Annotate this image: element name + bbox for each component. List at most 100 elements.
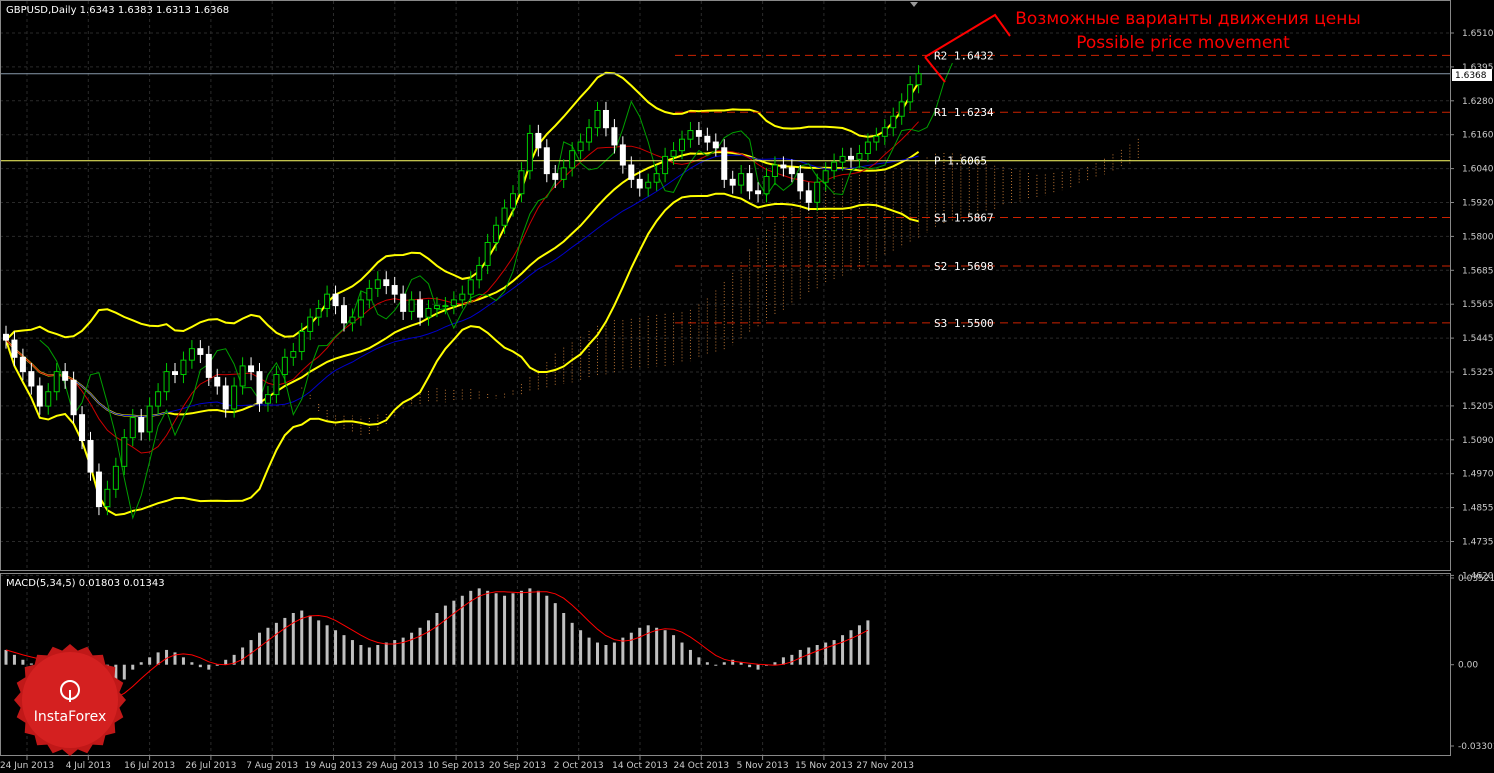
macd-bar	[503, 595, 507, 665]
candle-body	[526, 132, 533, 172]
candle-body	[746, 173, 753, 192]
time-tick-label: 19 Aug 2013	[305, 761, 363, 771]
candle-body	[366, 287, 373, 301]
macd-bar	[308, 615, 312, 665]
macd-bar	[452, 600, 456, 665]
candle-body	[129, 417, 136, 439]
candle-body	[222, 385, 229, 410]
candle-body	[391, 285, 398, 295]
macd-bar	[672, 635, 676, 665]
candle-body	[898, 101, 905, 117]
macd-bar	[596, 642, 599, 665]
time-tick-label: 20 Sep 2013	[489, 761, 546, 771]
macd-bar	[680, 642, 684, 665]
macd-bar	[477, 588, 481, 665]
candle-body	[763, 175, 770, 195]
annotation-line-1: Возможные варианты движения цены	[1015, 9, 1361, 29]
candle-body	[729, 178, 736, 186]
macd-bar	[688, 649, 692, 665]
macd-bar	[291, 612, 295, 665]
candle-body	[450, 299, 457, 307]
candle-body	[695, 130, 702, 137]
price-tick-label: 1.5205	[1462, 402, 1494, 412]
macd-bar	[274, 622, 278, 665]
candle-body	[611, 127, 618, 146]
macd-bar	[841, 635, 845, 665]
price-tick-label: 1.5090	[1462, 436, 1494, 446]
chikou-span	[39, 62, 953, 520]
macd-bar	[587, 637, 591, 665]
candle-body	[645, 181, 652, 189]
time-tick-label: 29 Aug 2013	[366, 761, 424, 771]
candle-body	[205, 353, 212, 378]
macd-bar	[604, 645, 608, 665]
macd-bar	[714, 664, 718, 666]
macd-bar	[815, 645, 819, 665]
candle-body	[231, 385, 238, 410]
candle-body	[357, 299, 364, 318]
macd-bar	[773, 662, 777, 665]
macd-bar	[258, 632, 261, 665]
macd-bar	[181, 657, 185, 665]
macd-tick-label: 0.00	[1458, 661, 1478, 671]
candle-body	[797, 173, 804, 192]
candle-body	[281, 356, 288, 376]
candle-body	[315, 308, 322, 318]
candle-body	[459, 293, 466, 301]
time-tick-label: 4 Jul 2013	[66, 761, 111, 771]
candle-body	[425, 308, 432, 318]
candle-body	[36, 385, 43, 407]
candle-body	[442, 305, 449, 308]
candle-body	[518, 170, 525, 195]
candle-body	[831, 161, 838, 172]
price-tick-label: 1.5920	[1462, 199, 1494, 209]
candle-body	[670, 150, 677, 157]
candle-body	[771, 164, 778, 177]
candle-body	[881, 127, 888, 137]
time-tick-label: 16 Jul 2013	[124, 761, 175, 771]
macd-bar	[4, 649, 8, 665]
macd-bar	[165, 649, 169, 665]
candle-body	[248, 365, 255, 373]
macd-bar	[536, 590, 540, 665]
candle-body	[332, 293, 339, 307]
ichimoku-cloud	[301, 138, 1139, 435]
macd-bar	[435, 612, 439, 665]
macd-bar	[367, 647, 371, 665]
time-tick-label: 24 Oct 2013	[673, 761, 729, 771]
candle-body	[848, 155, 854, 160]
candle-body	[214, 376, 221, 387]
candle-body	[510, 193, 516, 209]
candle-body	[79, 414, 86, 442]
candle-body	[543, 147, 550, 175]
main-panel-border	[0, 0, 1451, 571]
candle-body	[805, 190, 812, 203]
candle-body	[636, 178, 643, 189]
candle-body	[87, 440, 94, 473]
candle-body	[476, 264, 483, 281]
candle-body	[408, 299, 415, 312]
macd-bar	[697, 657, 701, 665]
candle-body	[822, 170, 829, 183]
price-tick-label: 1.6280	[1462, 97, 1494, 107]
time-axis: 24 Jun 2013 4 Jul 2013 16 Jul 2013 26 Jul 2…	[0, 756, 914, 771]
macd-bar	[722, 662, 726, 665]
time-tick-label: 27 Nov 2013	[856, 761, 914, 771]
price-tick-label: 1.5445	[1462, 334, 1494, 344]
candle-body	[907, 84, 914, 103]
macd-bar	[21, 659, 25, 665]
chart-shift-marker[interactable]	[910, 2, 918, 7]
candle-body	[890, 115, 897, 129]
candle-body	[628, 164, 635, 180]
annotation-line-2: Possible price movement	[1076, 33, 1290, 53]
macd-bar	[376, 645, 380, 665]
candle-body	[915, 73, 922, 86]
candle-body	[95, 471, 102, 508]
candle-body	[788, 167, 795, 175]
candle-body	[594, 109, 601, 129]
macd-bar	[629, 632, 633, 665]
bollinger-middle	[5, 150, 920, 418]
candle-body	[577, 141, 584, 152]
candlesticks[interactable]	[3, 65, 922, 516]
macd-tick-label: -0.03301	[1458, 742, 1494, 752]
